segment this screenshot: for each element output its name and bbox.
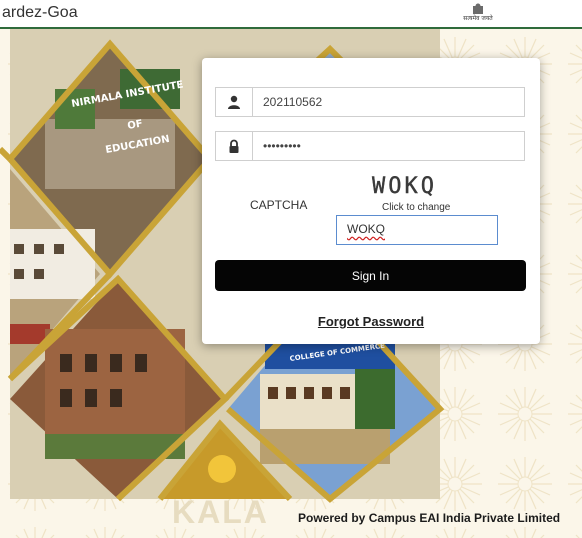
- lock-icon: [216, 132, 253, 160]
- password-value: •••••••••: [263, 139, 301, 153]
- national-emblem-logo: सत्यमेव जयते: [458, 2, 498, 26]
- sign-in-button[interactable]: Sign In: [215, 260, 526, 291]
- captcha-change-link[interactable]: Click to change: [382, 202, 450, 213]
- username-value: 202110562: [263, 95, 323, 109]
- username-field[interactable]: 202110562: [215, 87, 525, 117]
- powered-by-text: Powered by Campus EAI India Private Limi…: [298, 511, 561, 525]
- emblem-caption: सत्यमेव जयते: [463, 15, 493, 22]
- login-page: NIRMALA INSTITUTE OF EDUCATION COLLEGE O…: [0, 0, 582, 538]
- password-field[interactable]: •••••••••: [215, 131, 525, 161]
- login-card: 202110562 ••••••••• CAPTCHA WOKQ Click t…: [202, 58, 540, 344]
- kala-watermark: KALA: [172, 494, 269, 530]
- site-title: ardez-Goa: [2, 4, 78, 21]
- captcha-input[interactable]: WOKQ: [336, 215, 498, 245]
- forgot-password-link[interactable]: Forgot Password: [202, 314, 540, 329]
- captcha-image[interactable]: WOKQ: [372, 174, 460, 199]
- site-header: ardez-Goa सत्यमेव जयते: [0, 0, 582, 29]
- user-icon: [216, 88, 253, 116]
- captcha-label: CAPTCHA: [250, 198, 308, 212]
